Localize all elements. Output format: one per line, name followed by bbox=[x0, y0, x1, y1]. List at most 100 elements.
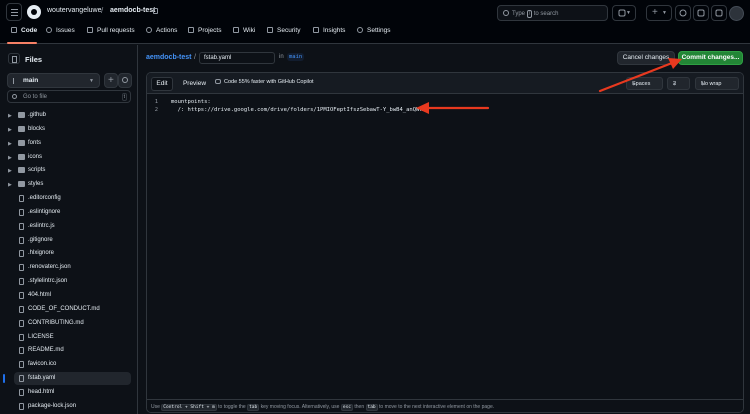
search-input[interactable]: Type / to search bbox=[497, 5, 608, 21]
code-line: mountpoints: bbox=[171, 99, 211, 105]
inbox-icon bbox=[715, 9, 723, 17]
copilot-button[interactable]: ▼ bbox=[612, 5, 636, 21]
go-to-file-placeholder: Go to file bbox=[23, 93, 48, 100]
plus-icon: + bbox=[108, 75, 114, 86]
chevron-right-icon[interactable]: ▶ bbox=[8, 141, 12, 147]
notifications-button[interactable] bbox=[711, 5, 727, 21]
tree-folder[interactable]: ▶ .github bbox=[0, 109, 138, 123]
file-icon bbox=[19, 236, 24, 244]
commit-changes-button[interactable]: Commit changes... bbox=[678, 51, 743, 65]
pull-request-icon bbox=[697, 9, 705, 17]
tab-code[interactable]: Code bbox=[11, 27, 37, 34]
shield-icon bbox=[267, 27, 273, 33]
tree-file[interactable]: package-lock.json bbox=[0, 400, 138, 414]
tree-file[interactable]: LICENSE bbox=[0, 331, 138, 345]
file-icon bbox=[19, 264, 24, 272]
tree-file[interactable]: .stylelintrc.json bbox=[0, 275, 138, 289]
breadcrumb-separator: / bbox=[101, 6, 104, 15]
folder-icon bbox=[18, 153, 25, 160]
tab-preview[interactable]: Preview bbox=[178, 77, 211, 91]
tree-item-label: .github bbox=[28, 112, 47, 118]
tree-folder[interactable]: ▶ blocks bbox=[0, 123, 138, 137]
selected-indicator bbox=[3, 374, 5, 384]
tree-file[interactable]: CODE_OF_CONDUCT.md bbox=[0, 303, 138, 317]
tab-edit[interactable]: Edit bbox=[151, 77, 173, 91]
tree-file[interactable]: .gitignore bbox=[0, 234, 138, 248]
branch-selector[interactable]: main ▼ bbox=[7, 73, 100, 88]
editor-toolbar: Edit Preview Code 55% faster with GitHub… bbox=[147, 73, 743, 94]
chevron-down-icon: ▼ bbox=[662, 10, 667, 16]
wrap-mode-select[interactable]: No wrap ◆ bbox=[695, 77, 739, 90]
add-file-button[interactable]: + bbox=[104, 73, 118, 88]
branch-icon bbox=[13, 78, 18, 84]
tab-issues[interactable]: Issues bbox=[46, 27, 75, 34]
chevron-right-icon[interactable]: ▶ bbox=[8, 155, 12, 161]
repo-link[interactable]: aemdocb-test bbox=[146, 54, 192, 61]
pull-requests-button[interactable] bbox=[693, 5, 709, 21]
file-tree-sidebar: Files main ▼ + Go to file t ▶ .github ▶ blo… bbox=[0, 45, 138, 414]
tree-file[interactable]: .renovaterc.json bbox=[0, 261, 138, 275]
files-title: Files bbox=[25, 55, 43, 64]
lock-icon bbox=[153, 8, 158, 14]
file-icon bbox=[19, 388, 24, 396]
create-new-button[interactable]: + ▼ bbox=[646, 5, 672, 21]
in-label: in bbox=[279, 54, 284, 60]
issue-icon bbox=[46, 27, 52, 33]
breadcrumb-repo[interactable]: aemdocb-test bbox=[110, 7, 156, 14]
tab-security[interactable]: Security bbox=[267, 27, 300, 34]
folder-icon bbox=[18, 112, 25, 118]
copilot-icon bbox=[618, 9, 626, 17]
tree-folder[interactable]: ▶ scripts bbox=[0, 164, 138, 178]
tab-wiki[interactable]: Wiki bbox=[233, 27, 255, 34]
search-files-button[interactable] bbox=[118, 73, 132, 88]
file-icon bbox=[19, 375, 24, 383]
chevron-updown-icon: ◆ bbox=[673, 81, 677, 86]
chevron-right-icon[interactable]: ▶ bbox=[8, 168, 12, 174]
tree-file[interactable]: 404.html bbox=[0, 289, 138, 303]
tree-file[interactable]: .eslintignore bbox=[0, 206, 138, 220]
table-icon bbox=[188, 27, 194, 33]
issues-button[interactable] bbox=[675, 5, 691, 21]
tree-file[interactable]: head.html bbox=[0, 386, 138, 400]
file-icon bbox=[19, 333, 24, 341]
indent-size-select[interactable]: 2 ◆ bbox=[667, 77, 690, 90]
tree-item-label: .stylelintrc.json bbox=[28, 278, 68, 285]
tree-file[interactable]: CONTRIBUTING.md bbox=[0, 317, 138, 331]
avatar[interactable] bbox=[729, 6, 744, 21]
tab-pull-requests[interactable]: Pull requests bbox=[87, 27, 135, 34]
active-tab-underline bbox=[7, 42, 37, 44]
chevron-right-icon[interactable]: ▶ bbox=[8, 127, 12, 133]
tree-file[interactable]: .eslintrc.js bbox=[0, 220, 138, 234]
chevron-right-icon[interactable]: ▶ bbox=[8, 113, 12, 119]
file-icon bbox=[19, 291, 24, 299]
chevron-updown-icon: ◆ bbox=[701, 81, 705, 86]
tree-item-label: styles bbox=[28, 181, 44, 188]
tab-projects[interactable]: Projects bbox=[188, 27, 221, 34]
tree-item-label: fstab.yaml bbox=[28, 375, 56, 382]
indent-mode-select[interactable]: Spaces ◆ bbox=[626, 77, 663, 90]
tree-file[interactable]: .editorconfig bbox=[0, 192, 138, 206]
cancel-changes-button[interactable]: Cancel changes bbox=[617, 51, 675, 65]
line-gutter: 1 2 bbox=[147, 94, 165, 402]
copilot-promo[interactable]: Code 55% faster with GitHub Copilot bbox=[215, 79, 314, 85]
go-to-file-input[interactable]: Go to file t bbox=[7, 90, 131, 103]
tree-item-label: icons bbox=[28, 153, 43, 160]
filename-field[interactable]: fstab.yaml bbox=[199, 52, 275, 64]
tree-file[interactable]: fstab.yaml bbox=[0, 372, 138, 386]
menu-icon[interactable] bbox=[6, 3, 22, 21]
chevron-right-icon[interactable]: ▶ bbox=[8, 182, 12, 188]
breadcrumb-owner[interactable]: woutervangeluwe bbox=[47, 7, 101, 14]
tree-folder[interactable]: ▶ icons bbox=[0, 151, 138, 165]
sidebar-collapse-icon[interactable] bbox=[8, 53, 20, 64]
tree-file[interactable]: README.md bbox=[0, 344, 138, 358]
tree-folder[interactable]: ▶ styles bbox=[0, 178, 138, 192]
tab-settings[interactable]: Settings bbox=[357, 27, 391, 34]
tree-file[interactable]: favicon.ico bbox=[0, 358, 138, 372]
tree-folder[interactable]: ▶ fonts bbox=[0, 137, 138, 151]
copilot-icon bbox=[215, 79, 221, 84]
file-icon bbox=[19, 361, 24, 369]
tab-insights[interactable]: Insights bbox=[313, 27, 345, 34]
github-logo-icon[interactable] bbox=[27, 5, 41, 19]
tab-actions[interactable]: Actions bbox=[146, 27, 177, 34]
tree-file[interactable]: .hlxignore bbox=[0, 247, 138, 261]
